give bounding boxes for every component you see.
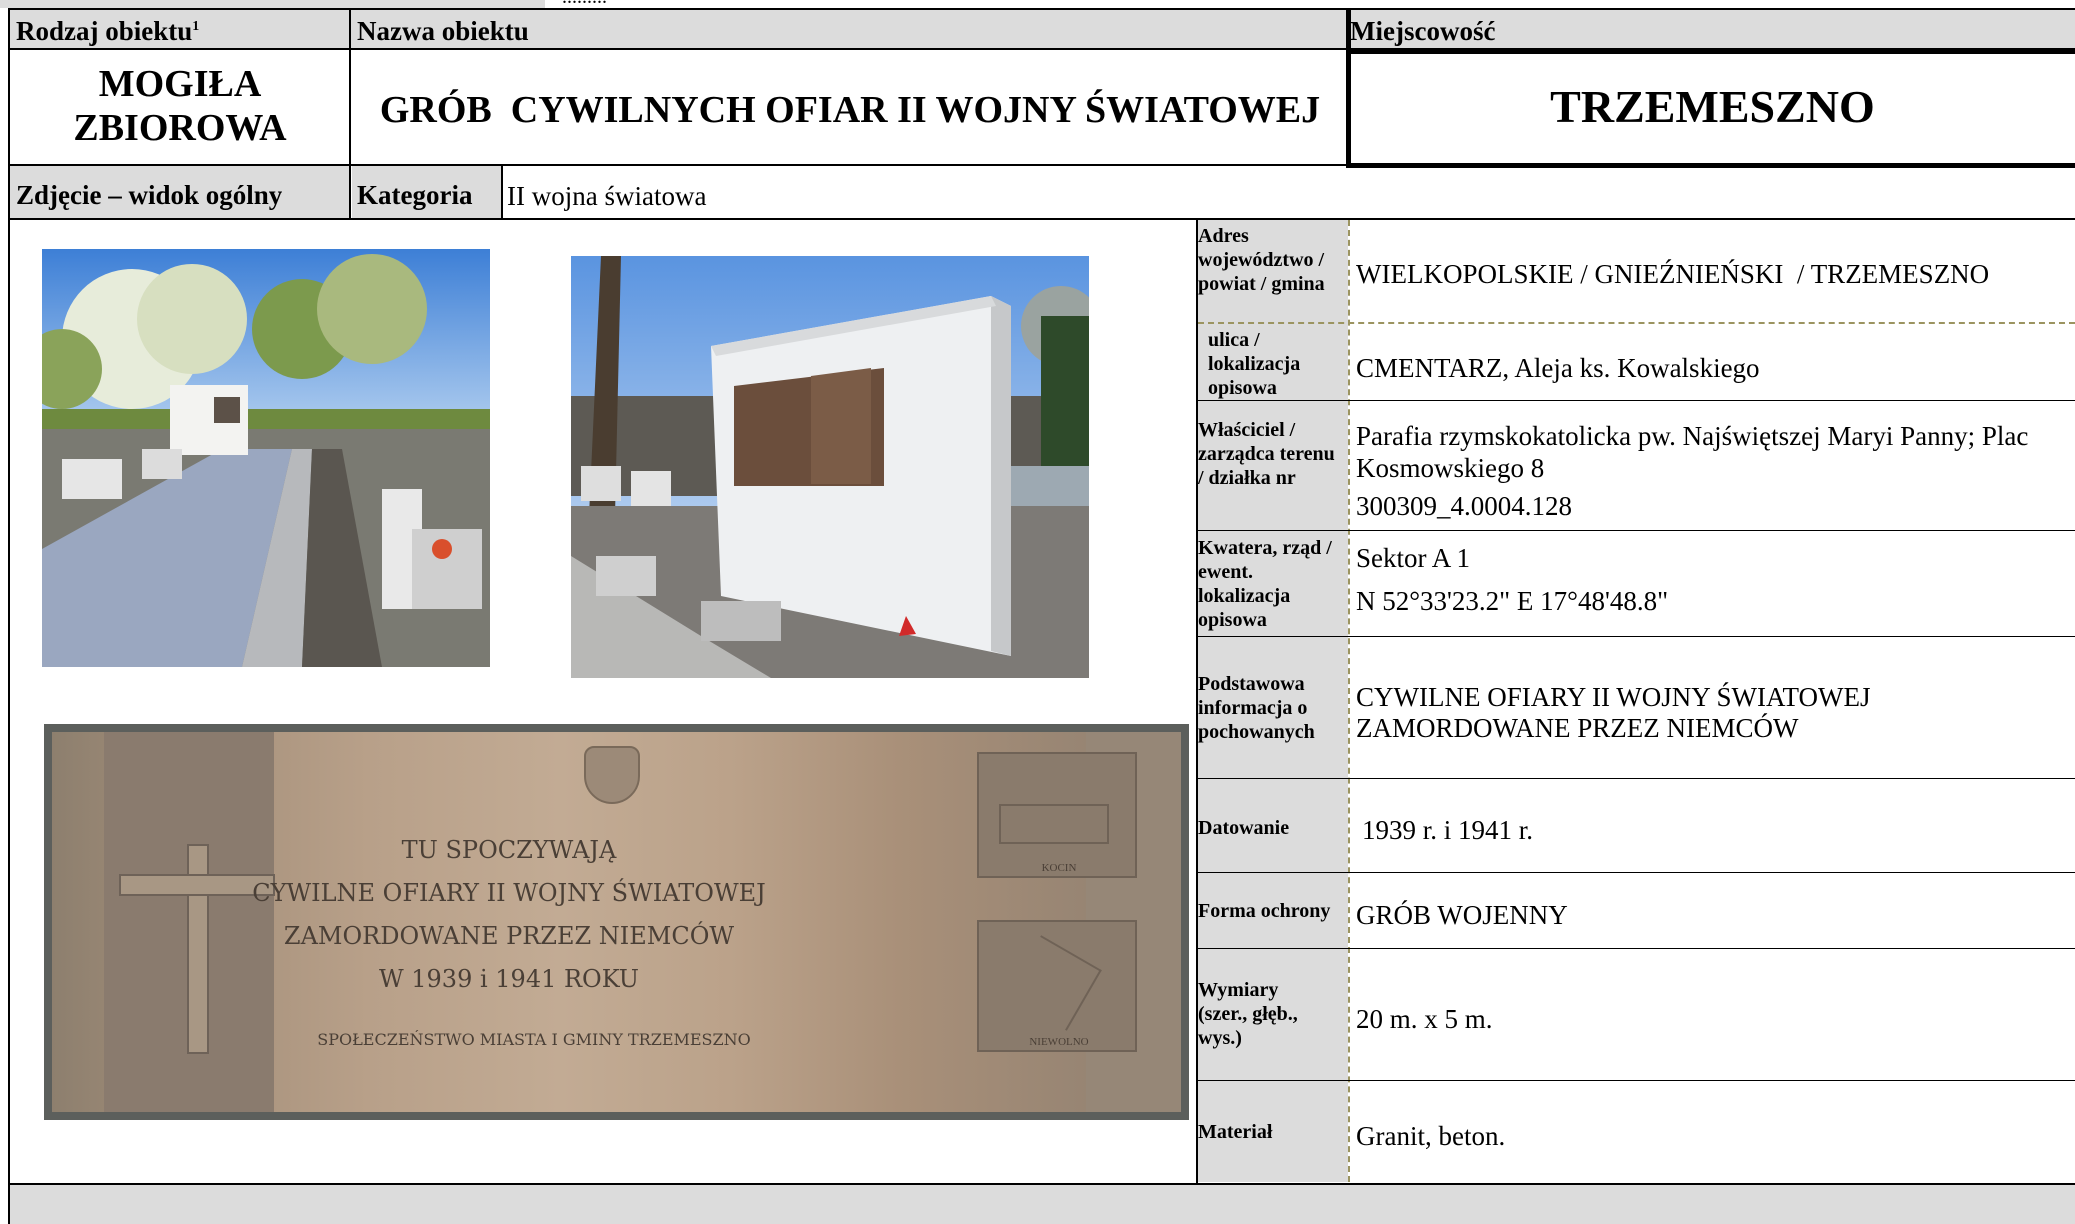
owner-value: Parafia rzymskokatolicka pw. Najświętsze… — [1356, 421, 2029, 483]
plaque-line4: W 1939 i 1941 ROKU — [378, 965, 640, 993]
details-dashed-separator — [1348, 220, 1350, 1182]
address-dashed-line — [1198, 322, 2075, 324]
protection-value: GRÓB WOJENNY — [1356, 900, 1568, 930]
plaque-line2: CYWILNE OFIARY II WOJNY ŚWIATOWEJ — [252, 879, 766, 907]
quarter-coords: N 52°33'23.2" E 17°48'48.8" — [1356, 586, 1669, 616]
material-value: Granit, beton. — [1356, 1121, 1506, 1151]
dimensions-value: 20 m. x 5 m. — [1356, 1004, 1493, 1034]
relief-panel-niewolno: NIEWOLNO — [977, 920, 1137, 1052]
photo-monument — [571, 256, 1089, 678]
address-value: WIELKOPOLSKIE / GNIEŹNIEŃSKI / TRZEMESZN… — [1356, 259, 1990, 289]
basic-info-value1: CYWILNE OFIARY II WOJNY ŚWIATOWEJ — [1356, 682, 1871, 712]
quarter-value: Sektor A 1 — [1356, 543, 1471, 573]
town-header: Miejscowość — [1350, 16, 1496, 46]
dating-label: Datowanie — [1198, 817, 1290, 839]
dimensions-label: Wymiary (szer., głęb., wys.) — [1198, 979, 1298, 1049]
photo-general-view — [42, 249, 490, 667]
basic-info-value2: ZAMORDOWANE PRZEZ NIEMCÓW — [1356, 713, 1799, 743]
plaque-line1: TU SPOCZYWAJĄ — [401, 836, 617, 864]
owner-parcel: 300309_4.0004.128 — [1356, 491, 1572, 521]
basic-info-label: Podstawowa informacja o pochowanych — [1198, 673, 1315, 743]
material-label: Materiał — [1198, 1121, 1273, 1143]
bottom-strip — [10, 1185, 2075, 1224]
object-type-line2: ZBIOROWA — [73, 107, 287, 149]
address-label: Adres województwo / powiat / gmina — [1198, 225, 1325, 295]
top-strip — [0, 0, 545, 8]
plaque-text: TU SPOCZYWAJĄ CYWILNE OFIARY II WOJNY ŚW… — [252, 829, 766, 1001]
photo-plaque: TU SPOCZYWAJĄ CYWILNE OFIARY II WOJNY ŚW… — [44, 724, 1189, 1120]
protection-label: Forma ochrony — [1198, 900, 1331, 922]
town-value: TRZEMESZNO — [1550, 81, 1875, 132]
object-type-value: MOGIŁA ZBIOROWA — [10, 62, 350, 150]
relief-panel-niewolno-label: NIEWOLNO — [1029, 1036, 1089, 1048]
plaque-line3: ZAMORDOWANE PRZEZ NIEMCÓW — [283, 922, 735, 950]
object-type-line1: MOGIŁA — [98, 63, 262, 105]
photo-label: Zdjęcie – widok ogólny — [16, 180, 283, 210]
street-label: ulica / lokalizacja opisowa — [1208, 329, 1301, 399]
relief-panel-kocin: KOCIN — [977, 752, 1137, 878]
category-label: Kategoria — [357, 180, 473, 210]
header-row — [10, 10, 2075, 50]
eagle-emblem-icon — [584, 746, 640, 804]
object-name-value: GRÓB CYWILNYCH OFIAR II WOJNY ŚWIATOWEJ — [379, 89, 1321, 131]
object-name-header: Nazwa obiektu — [357, 16, 529, 46]
relief-panel-kocin-label: KOCIN — [1041, 862, 1077, 874]
category-value: II wojna światowa — [507, 181, 707, 211]
street-value: CMENTARZ, Aleja ks. Kowalskiego — [1356, 353, 1760, 383]
footnote-marker: 1 — [192, 19, 200, 34]
plaque-footer: SPOŁECZEŃSTWO MIASTA I GMINY TRZEMESZNO — [317, 1030, 751, 1049]
dating-value: 1939 r. i 1941 r. — [1362, 815, 1534, 845]
object-type-header: Rodzaj obiektu1 — [16, 16, 200, 46]
owner-label: Właściciel / zarządca terenu / działka n… — [1198, 419, 1335, 489]
quarter-label: Kwatera, rząd / ewent. lokalizacja opiso… — [1198, 537, 1332, 631]
